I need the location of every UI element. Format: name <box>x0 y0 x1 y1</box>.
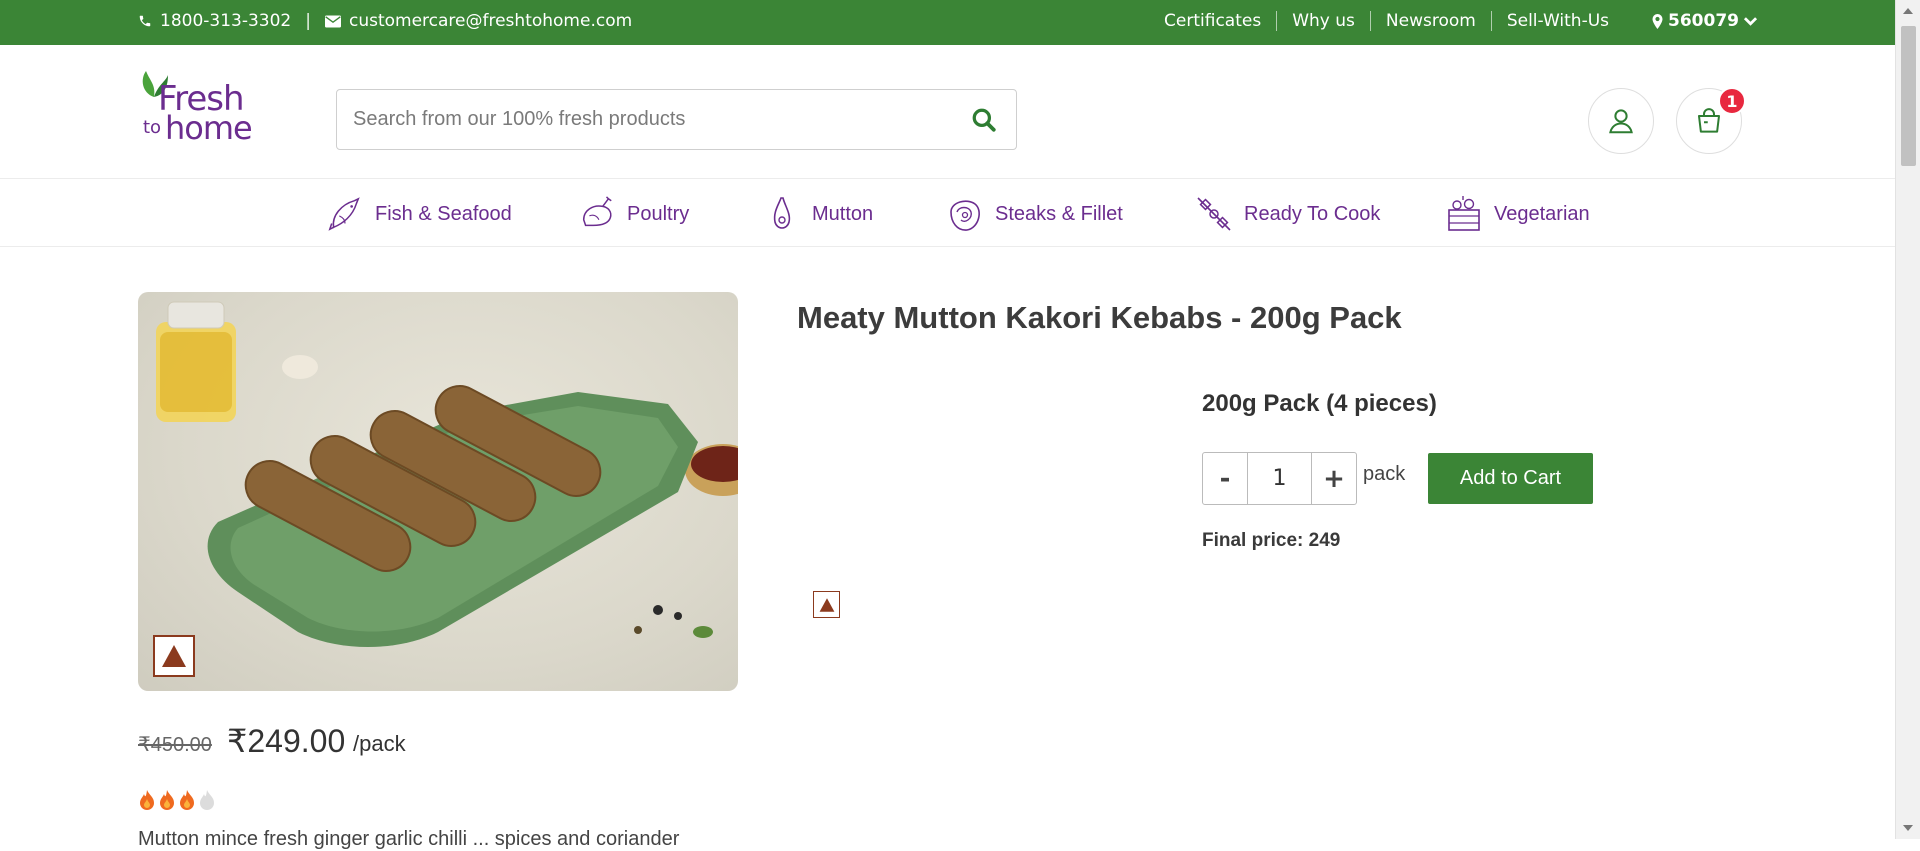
mutton-leg-icon <box>762 194 802 234</box>
category-poultry[interactable]: Poultry <box>577 194 689 234</box>
quantity-value[interactable]: 1 <box>1247 453 1312 504</box>
increase-quantity-button[interactable]: + <box>1312 453 1356 504</box>
site-header: Fresh to home 1 <box>0 45 1895 179</box>
variant-label: 200g Pack (4 pieces) <box>1202 390 1437 417</box>
page-scrollbar[interactable] <box>1895 0 1920 839</box>
certificates-link[interactable]: Certificates <box>1149 11 1276 31</box>
search-input[interactable] <box>337 90 952 149</box>
category-label: Ready To Cook <box>1244 202 1381 225</box>
scroll-up-icon[interactable] <box>1903 8 1913 14</box>
logo-text-to: to <box>143 117 162 138</box>
product-title: Meaty Mutton Kakori Kebabs - 200g Pack <box>797 300 1402 335</box>
flame-icon <box>180 790 194 810</box>
final-price: Final price: 249 <box>1202 530 1341 551</box>
kebab-platter-image <box>156 301 738 647</box>
vegetable-basket-icon <box>1444 194 1484 234</box>
logo[interactable]: Fresh to home <box>138 67 258 149</box>
category-fish-seafood[interactable]: Fish & Seafood <box>325 194 512 234</box>
product-image[interactable] <box>138 292 738 691</box>
search-icon <box>972 108 996 132</box>
top-bar: 1800-313-3302 | customercare@freshtohome… <box>0 0 1895 45</box>
divider: | <box>305 11 311 31</box>
price-unit: /pack <box>353 731 406 756</box>
flame-icon <box>160 790 174 810</box>
non-veg-mark-icon <box>153 635 195 677</box>
scrollbar-thumb[interactable] <box>1901 26 1916 166</box>
search-bar <box>336 89 1017 150</box>
fish-icon <box>325 194 365 234</box>
email-link[interactable]: customercare@freshtohome.com <box>349 11 632 31</box>
pincode-selector[interactable]: 560079 <box>1652 11 1757 31</box>
category-label: Poultry <box>627 202 690 225</box>
original-price: ₹450.00 <box>138 734 212 756</box>
contact-info: 1800-313-3302 | customercare@freshtohome… <box>138 11 632 31</box>
quantity-unit: pack <box>1363 463 1406 485</box>
chicken-icon <box>577 194 617 234</box>
skewer-icon <box>1194 194 1234 234</box>
location-pin-icon <box>1652 11 1663 31</box>
user-icon <box>1609 109 1633 134</box>
why-us-link[interactable]: Why us <box>1276 11 1370 31</box>
spice-level-rating <box>138 789 216 811</box>
decrease-quantity-button[interactable]: - <box>1203 453 1247 504</box>
non-veg-mark-icon <box>813 591 840 618</box>
category-label: Steaks & Fillet <box>995 202 1123 225</box>
top-links: Certificates Why us Newsroom Sell-With-U… <box>1149 11 1757 31</box>
chevron-down-icon <box>1744 11 1757 31</box>
search-button[interactable] <box>952 90 1016 149</box>
steak-icon <box>945 194 985 234</box>
account-button[interactable] <box>1588 88 1654 154</box>
category-ready-to-cook[interactable]: Ready To Cook <box>1194 194 1380 234</box>
category-label: Fish & Seafood <box>375 202 512 225</box>
cart-bag-icon <box>1698 108 1720 133</box>
category-label: Mutton <box>812 202 874 225</box>
flame-empty-icon <box>200 790 214 810</box>
category-mutton[interactable]: Mutton <box>762 194 873 234</box>
cart-count-badge: 1 <box>1718 87 1746 115</box>
cart-button[interactable]: 1 <box>1676 87 1746 154</box>
category-label: Vegetarian <box>1494 202 1590 225</box>
product-description: Mutton mince fresh ginger garlic chilli … <box>138 828 680 850</box>
logo-text-home: home <box>165 109 253 147</box>
pincode-value: 560079 <box>1668 11 1739 31</box>
sale-price: ₹249.00 <box>227 723 346 759</box>
newsroom-link[interactable]: Newsroom <box>1369 11 1491 31</box>
category-steaks-fillet[interactable]: Steaks & Fillet <box>945 194 1123 234</box>
sell-with-us-link[interactable]: Sell-With-Us <box>1490 11 1624 31</box>
phone-icon <box>138 11 152 31</box>
scroll-down-icon[interactable] <box>1903 825 1913 831</box>
category-nav: Fish & Seafood Poultry Mutton Steaks & F… <box>0 180 1895 247</box>
phone-number[interactable]: 1800-313-3302 <box>160 11 291 31</box>
quantity-stepper: - 1 + <box>1202 452 1357 505</box>
category-vegetarian[interactable]: Vegetarian <box>1444 194 1590 234</box>
add-to-cart-button[interactable]: Add to Cart <box>1428 453 1593 504</box>
mail-icon <box>324 11 341 31</box>
flame-icon <box>140 790 154 810</box>
